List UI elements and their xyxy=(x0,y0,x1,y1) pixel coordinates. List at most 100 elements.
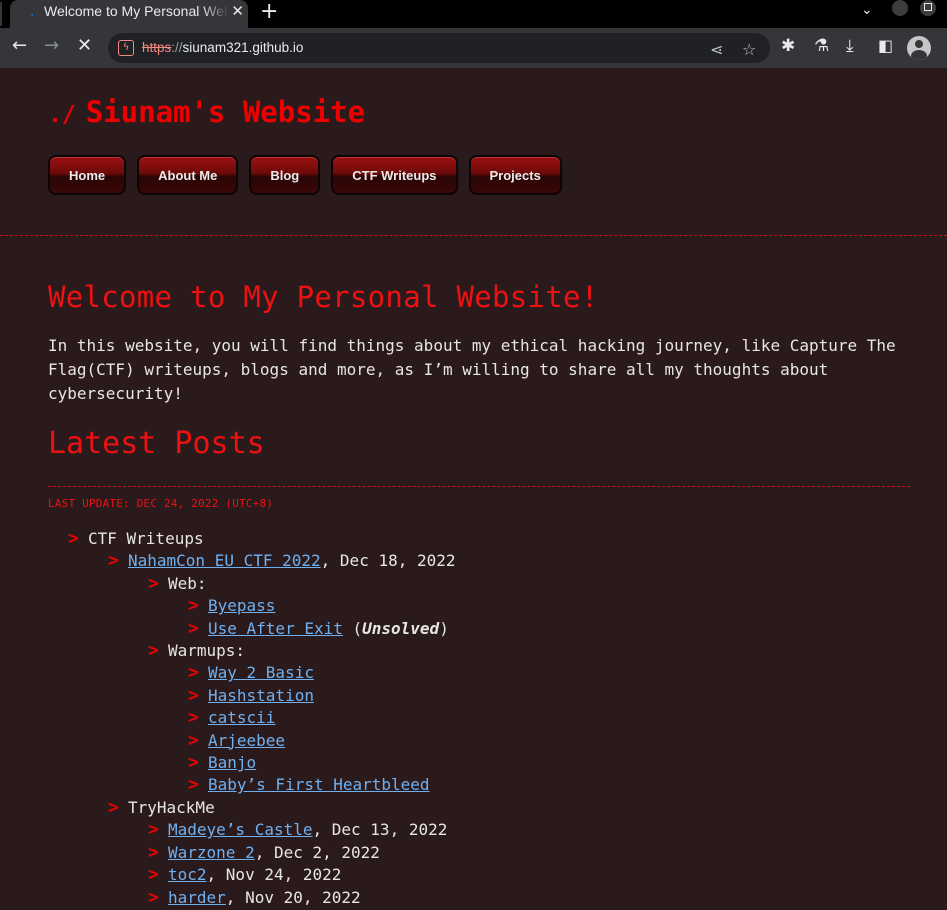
share-icon[interactable]: ⋖ xyxy=(710,40,723,59)
list-item: > catscii xyxy=(188,707,918,729)
post-date: , Dec 2, 2022 xyxy=(254,842,380,862)
post-link[interactable]: Hashstation xyxy=(208,685,314,707)
post-link[interactable]: NahamCon EU CTF 2022 xyxy=(128,550,321,572)
category-label: CTF Writeups xyxy=(88,529,204,548)
arrow-bullet-icon: > xyxy=(188,752,199,774)
close-tab-icon[interactable]: ✕ xyxy=(231,2,244,20)
list-item: > Warzone 2, Dec 2, 2022 xyxy=(148,842,918,864)
browser-tab[interactable]: . Welcome to My Personal Website! ✕ xyxy=(10,0,248,28)
list-item: > Byepass xyxy=(188,595,918,617)
arrow-bullet-icon: > xyxy=(188,684,199,706)
arrow-bullet-icon: > xyxy=(108,550,119,572)
post-date: , Nov 24, 2022 xyxy=(206,865,342,885)
arrow-bullet-icon: > xyxy=(68,528,79,549)
content-divider xyxy=(48,486,910,487)
arrow-bullet-icon: > xyxy=(108,796,119,818)
arrow-bullet-icon: > xyxy=(148,886,159,908)
chevron-down-icon[interactable]: ⌄ xyxy=(861,2,873,18)
arrow-bullet-icon: > xyxy=(188,617,199,639)
arrow-bullet-icon: > xyxy=(148,864,159,886)
list-item: > NahamCon EU CTF 2022, Dec 18, 2022 > Web… xyxy=(108,550,918,796)
not-secure-icon[interactable]: ϟ xyxy=(118,40,134,56)
post-link[interactable]: harder xyxy=(168,887,226,909)
post-link[interactable]: Banjo xyxy=(208,752,256,774)
list-item: > Warmups: > Way 2 Basic > Hashstation > cat… xyxy=(148,640,918,797)
post-link[interactable]: Arjeebee xyxy=(208,730,285,752)
post-link[interactable]: toc2 xyxy=(168,864,207,886)
url-text[interactable]: https://siunam321.github.io xyxy=(142,40,303,55)
paren-close: ) xyxy=(439,618,449,638)
unsolved-label: Unsolved xyxy=(362,618,440,638)
list-item: > harder, Nov 20, 2022 xyxy=(148,887,918,909)
post-date: , Dec 18, 2022 xyxy=(320,551,456,571)
post-link[interactable]: Madeye’s Castle xyxy=(168,819,313,841)
nav-home-button[interactable]: Home xyxy=(48,155,127,195)
post-link[interactable]: Way 2 Basic xyxy=(208,662,314,684)
header-divider xyxy=(0,235,947,236)
page-heading: Welcome to My Personal Website! xyxy=(48,280,599,314)
loading-icon: . xyxy=(30,4,35,20)
arrow-bullet-icon: > xyxy=(188,662,199,684)
list-item: > Banjo xyxy=(188,752,918,774)
arrow-bullet-icon: > xyxy=(148,841,159,863)
address-bar[interactable]: ϟ https://siunam321.github.io ⋖ ☆ xyxy=(108,33,770,63)
site-title-text: Siunam's Website xyxy=(85,95,366,129)
list-item: > Baby’s First Heartbleed xyxy=(188,774,918,796)
browser-tab-strip: . Welcome to My Personal Website! ✕ + ⌄ xyxy=(0,0,947,28)
nav-about-me-button[interactable]: About Me xyxy=(137,155,239,195)
intro-paragraph: In this website, you will find things ab… xyxy=(48,336,896,403)
list-item: > toc2, Nov 24, 2022 xyxy=(148,864,918,886)
minimize-window-button[interactable] xyxy=(892,0,908,16)
stop-loading-icon[interactable]: ✕ xyxy=(77,36,92,56)
post-link[interactable]: Baby’s First Heartbleed xyxy=(208,774,430,796)
list-item: > TryHackMe > Madeye’s Castle, Dec 13, 202… xyxy=(108,797,918,909)
arrow-bullet-icon: > xyxy=(188,707,199,729)
latest-posts-list: > CTF Writeups > NahamCon EU CTF 2022, Dec… xyxy=(68,528,918,909)
maximize-window-button[interactable] xyxy=(920,0,936,16)
nav-projects-button[interactable]: Projects xyxy=(468,155,562,195)
browser-toolbar: ← → ✕ ϟ https://siunam321.github.io ⋖ ☆ … xyxy=(0,28,947,68)
site-title[interactable]: ./ Siunam's Website xyxy=(48,95,365,129)
web-page: ./ Siunam's Website Home About Me Blog CT… xyxy=(0,68,947,910)
paren-open: ( xyxy=(342,618,363,638)
list-item: > Hashstation xyxy=(188,685,918,707)
nav-ctf-writeups-button[interactable]: CTF Writeups xyxy=(331,155,458,195)
profile-avatar-icon[interactable] xyxy=(907,36,931,60)
back-arrow-icon[interactable]: ← xyxy=(12,36,27,56)
arrow-bullet-icon: > xyxy=(148,572,159,594)
list-item: > CTF Writeups > NahamCon EU CTF 2022, Dec… xyxy=(68,528,918,909)
post-link[interactable]: Use After Exit xyxy=(208,618,343,640)
main-content: Welcome to My Personal Website! In this … xyxy=(48,263,918,909)
tab-title: Welcome to My Personal Website! xyxy=(44,3,229,19)
new-tab-icon[interactable]: + xyxy=(260,0,278,24)
arrow-bullet-icon: > xyxy=(148,819,159,841)
arrow-bullet-icon: > xyxy=(188,774,199,796)
post-date: , Nov 20, 2022 xyxy=(225,887,361,907)
arrow-bullet-icon: > xyxy=(148,640,159,662)
arrow-bullet-icon: > xyxy=(188,595,199,617)
last-update-text: LAST UPDATE: DEC 24, 2022 (UTC+8) xyxy=(48,497,274,510)
nav-blog-button[interactable]: Blog xyxy=(249,155,321,195)
labs-flask-icon[interactable]: ⚗ xyxy=(814,36,829,56)
post-link[interactable]: Warzone 2 xyxy=(168,842,255,864)
download-icon[interactable]: ⤓ xyxy=(846,36,854,56)
list-item: > Web: > Byepass > Use After Exit (Unsolved… xyxy=(148,573,918,640)
list-item: > Madeye’s Castle, Dec 13, 2022 xyxy=(148,819,918,841)
previous-tab-edge[interactable] xyxy=(0,2,2,26)
subcategory-label: Web: xyxy=(168,573,207,593)
site-title-prompt: ./ xyxy=(48,102,76,128)
side-panel-icon[interactable]: ◧ xyxy=(878,36,893,56)
bookmark-star-icon[interactable]: ☆ xyxy=(742,40,756,59)
latest-posts-heading: Latest Posts xyxy=(48,426,265,461)
post-link[interactable]: catscii xyxy=(208,707,275,729)
site-nav: Home About Me Blog CTF Writeups Projects xyxy=(48,155,562,195)
subcategory-label: Warmups: xyxy=(168,641,246,661)
list-item: > Use After Exit (Unsolved) xyxy=(188,618,918,640)
list-item: > Way 2 Basic xyxy=(188,662,918,684)
post-date: , Dec 13, 2022 xyxy=(312,820,448,840)
post-link[interactable]: Byepass xyxy=(208,595,275,617)
arrow-bullet-icon: > xyxy=(188,729,199,751)
category-label: TryHackMe xyxy=(128,797,215,817)
forward-arrow-icon[interactable]: → xyxy=(44,36,59,56)
extensions-puzzle-icon[interactable]: ✱ xyxy=(781,36,795,56)
